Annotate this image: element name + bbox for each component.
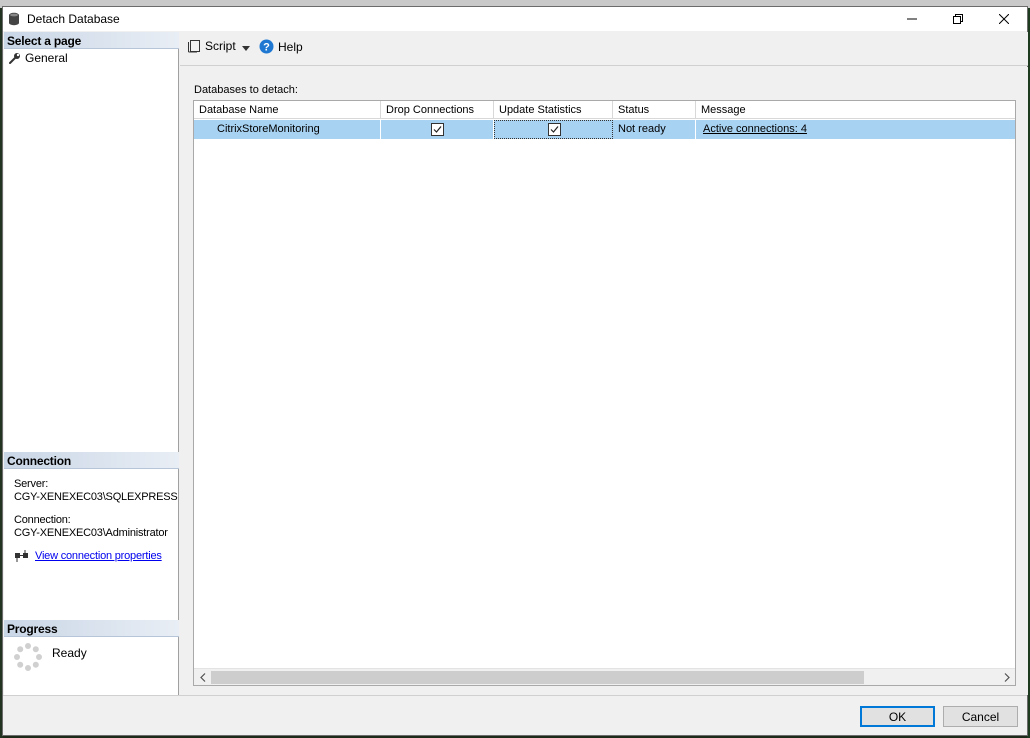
minimize-icon [907,18,917,20]
cell-update-statistics [494,120,613,139]
cell-message: Active connections: 4 [696,120,1015,139]
main-content: Databases to detach: Database Name Drop … [180,67,1028,695]
column-header-drop-connections[interactable]: Drop Connections [381,101,494,119]
cell-drop-connections [381,120,494,139]
detach-database-dialog: Detach Database Select a page General Co… [2,6,1028,736]
active-connections-link[interactable]: Active connections: 4 [703,123,807,135]
close-button[interactable] [981,7,1027,31]
select-page-header: Select a page [4,32,179,49]
databases-grid: Database Name Drop Connections Update St… [193,100,1016,686]
connection-value: CGY-XENEXEC03\Administrator [14,527,168,539]
restore-button[interactable] [935,7,981,31]
script-button[interactable]: Script [188,39,236,53]
cancel-button[interactable]: Cancel [943,706,1018,727]
page-item-general[interactable]: General [9,51,68,65]
server-info: Server: CGY-XENEXEC03\SQLEXPRESS [14,478,178,504]
cell-status: Not ready [613,120,696,139]
svg-text:?: ? [263,42,270,54]
column-header-database-name[interactable]: Database Name [194,101,381,119]
wrench-icon [9,53,20,64]
column-header-update-statistics[interactable]: Update Statistics [494,101,613,119]
window-title: Detach Database [27,12,120,26]
toolbar: Script ? Help [180,32,1028,66]
progress-spinner-icon [13,642,43,675]
server-value: CGY-XENEXEC03\SQLEXPRESS [14,491,178,503]
column-header-message[interactable]: Message [696,101,1015,119]
left-pane: Select a page General Connection Server:… [4,32,179,695]
drop-connections-checkbox[interactable] [431,123,444,136]
scroll-right-icon[interactable] [998,669,1015,686]
script-dropdown-button[interactable] [242,46,250,51]
database-icon [8,12,20,26]
chevron-down-icon [242,46,250,51]
progress-status: Ready [52,646,87,660]
update-statistics-checkbox[interactable] [548,123,561,136]
script-icon [188,40,200,53]
script-label: Script [205,39,236,53]
check-icon [550,126,559,133]
connection-header: Connection [4,452,179,469]
title-bar: Detach Database [3,7,1027,31]
page-item-label: General [25,51,68,65]
close-icon [999,14,1009,24]
databases-to-detach-label: Databases to detach: [194,84,298,96]
view-connection-properties-link[interactable]: View connection properties [35,550,162,563]
ok-button[interactable]: OK [860,706,935,727]
connection-info: Connection: CGY-XENEXEC03\Administrator [14,514,168,540]
progress-header: Progress [4,620,179,637]
help-label: Help [278,39,303,54]
grid-header: Database Name Drop Connections Update St… [194,101,1015,119]
help-button[interactable]: ? Help [259,39,303,54]
cell-database-name: CitrixStoreMonitoring [194,120,381,139]
table-row[interactable]: CitrixStoreMonitoring Not ready Active c… [194,120,1015,139]
scroll-left-icon[interactable] [194,669,211,686]
scroll-thumb[interactable] [211,671,864,684]
check-icon [433,126,442,133]
view-connection-row: View connection properties [14,550,162,563]
restore-icon [953,14,963,24]
button-bar: OK Cancel [3,695,1027,735]
minimize-button[interactable] [889,7,935,31]
server-label: Server: [14,478,49,490]
horizontal-scrollbar[interactable] [194,668,1015,685]
help-icon: ? [259,39,274,54]
column-header-status[interactable]: Status [613,101,696,119]
connection-label: Connection: [14,514,71,526]
plug-icon [15,550,28,562]
